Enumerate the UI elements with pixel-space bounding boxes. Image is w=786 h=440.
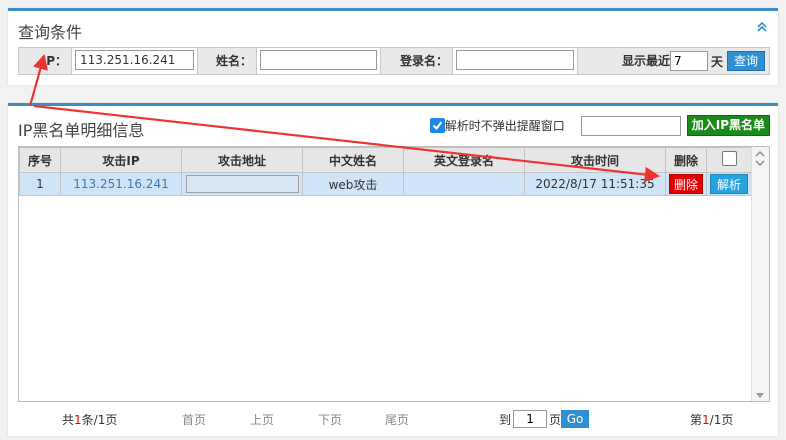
select-all-checkbox[interactable] xyxy=(721,151,737,166)
add-ip-input[interactable] xyxy=(580,115,681,136)
login-label: 登录名： xyxy=(399,54,448,68)
ip-field[interactable] xyxy=(75,50,194,70)
days-unit-label: 天 xyxy=(710,54,723,69)
login-field-cell xyxy=(452,48,578,74)
blacklist-panel: IP黑名单明细信息 解析时不弹出提醒窗口 加入IP黑名单 序号 攻击IP 攻击地… xyxy=(8,103,778,436)
scroll-down-arrow-icon[interactable] xyxy=(756,393,764,398)
table-row[interactable]: 1 113.251.16.241 web攻击 2022/8/17 11:51:3… xyxy=(19,172,752,196)
pager-goto-input[interactable] xyxy=(513,410,548,428)
name-field-cell xyxy=(256,48,381,74)
pagination: 共1条/1页 首页 上页 下页 尾页 到 页 Go 第1/1页 xyxy=(18,408,768,430)
pager-current: 第1/1页 xyxy=(690,413,734,427)
row-en-login xyxy=(403,172,525,196)
col-header-delete[interactable]: 删除 xyxy=(665,147,707,173)
row-attack-address-cell xyxy=(181,172,303,196)
pager-go-button[interactable]: Go xyxy=(561,410,590,428)
no-popup-option[interactable]: 解析时不弹出提醒窗口 xyxy=(429,117,565,134)
delete-button[interactable]: 删除 xyxy=(669,174,703,194)
recent-days-input[interactable] xyxy=(669,51,708,71)
login-field[interactable] xyxy=(456,50,574,70)
pager-goto-prefix: 到 xyxy=(499,412,512,427)
row-parse-cell: 解析 xyxy=(706,172,752,196)
pager-goto: 到 页 Go xyxy=(499,408,590,430)
name-field[interactable] xyxy=(260,50,377,70)
row-attack-ip: 113.251.16.241 xyxy=(60,172,182,196)
col-header-attack-address[interactable]: 攻击地址 xyxy=(181,147,303,173)
collapse-icon[interactable] xyxy=(756,21,768,33)
scroll-to-top-icon[interactable] xyxy=(754,149,766,169)
row-delete-cell: 删除 xyxy=(665,172,707,196)
name-label: 姓名： xyxy=(215,54,252,68)
pager-next-link[interactable]: 下页 xyxy=(318,411,342,428)
row-attack-time: 2022/8/17 11:51:35 xyxy=(524,172,666,196)
table-scrollbar[interactable] xyxy=(751,147,769,401)
blacklist-table: 序号 攻击IP 攻击地址 中文姓名 英文登录名 攻击时间 删除 1 113.25… xyxy=(18,146,770,402)
query-panel: 查询条件 IP： 姓名： 登录名： 显示最近 天 查询 xyxy=(8,8,778,85)
recent-days-label: 显示最近 xyxy=(621,54,670,68)
blacklist-grid: 序号 攻击IP 攻击地址 中文姓名 英文登录名 攻击时间 删除 1 113.25… xyxy=(19,147,752,196)
pager-prev-link[interactable]: 上页 xyxy=(250,411,274,428)
parse-button[interactable]: 解析 xyxy=(710,174,748,194)
query-panel-title: 查询条件 xyxy=(18,23,83,42)
pager-last-link[interactable]: 尾页 xyxy=(385,411,409,428)
list-toolbar: 解析时不弹出提醒窗口 加入IP黑名单 xyxy=(429,115,770,136)
ip-label: IP： xyxy=(41,54,67,68)
col-header-attack-time[interactable]: 攻击时间 xyxy=(524,147,666,173)
blacklist-panel-title: IP黑名单明细信息 xyxy=(18,121,145,140)
col-header-index[interactable]: 序号 xyxy=(19,147,61,173)
col-header-select-all xyxy=(706,147,752,173)
checkmark-icon xyxy=(432,121,443,131)
table-header-row: 序号 攻击IP 攻击地址 中文姓名 英文登录名 攻击时间 删除 xyxy=(19,147,752,173)
col-header-en-login[interactable]: 英文登录名 xyxy=(403,147,525,173)
row-cn-name: web攻击 xyxy=(302,172,404,196)
no-popup-label: 解析时不弹出提醒窗口 xyxy=(444,119,565,133)
ip-field-cell xyxy=(71,48,198,74)
col-header-attack-ip[interactable]: 攻击IP xyxy=(60,147,182,173)
row-index: 1 xyxy=(19,172,61,196)
pager-total: 共1条/1页 xyxy=(62,413,118,427)
recent-days-group: 显示最近 天 查询 xyxy=(622,48,769,74)
row-attack-address xyxy=(185,175,299,193)
query-button[interactable]: 查询 xyxy=(726,51,765,71)
pager-goto-suffix: 页 xyxy=(549,412,562,427)
query-form-row: IP： 姓名： 登录名： 显示最近 天 查询 xyxy=(18,47,770,75)
no-popup-checkbox[interactable] xyxy=(429,118,445,133)
col-header-cn-name[interactable]: 中文姓名 xyxy=(302,147,404,173)
add-to-blacklist-button[interactable]: 加入IP黑名单 xyxy=(686,115,770,136)
pager-first-link[interactable]: 首页 xyxy=(182,411,206,428)
